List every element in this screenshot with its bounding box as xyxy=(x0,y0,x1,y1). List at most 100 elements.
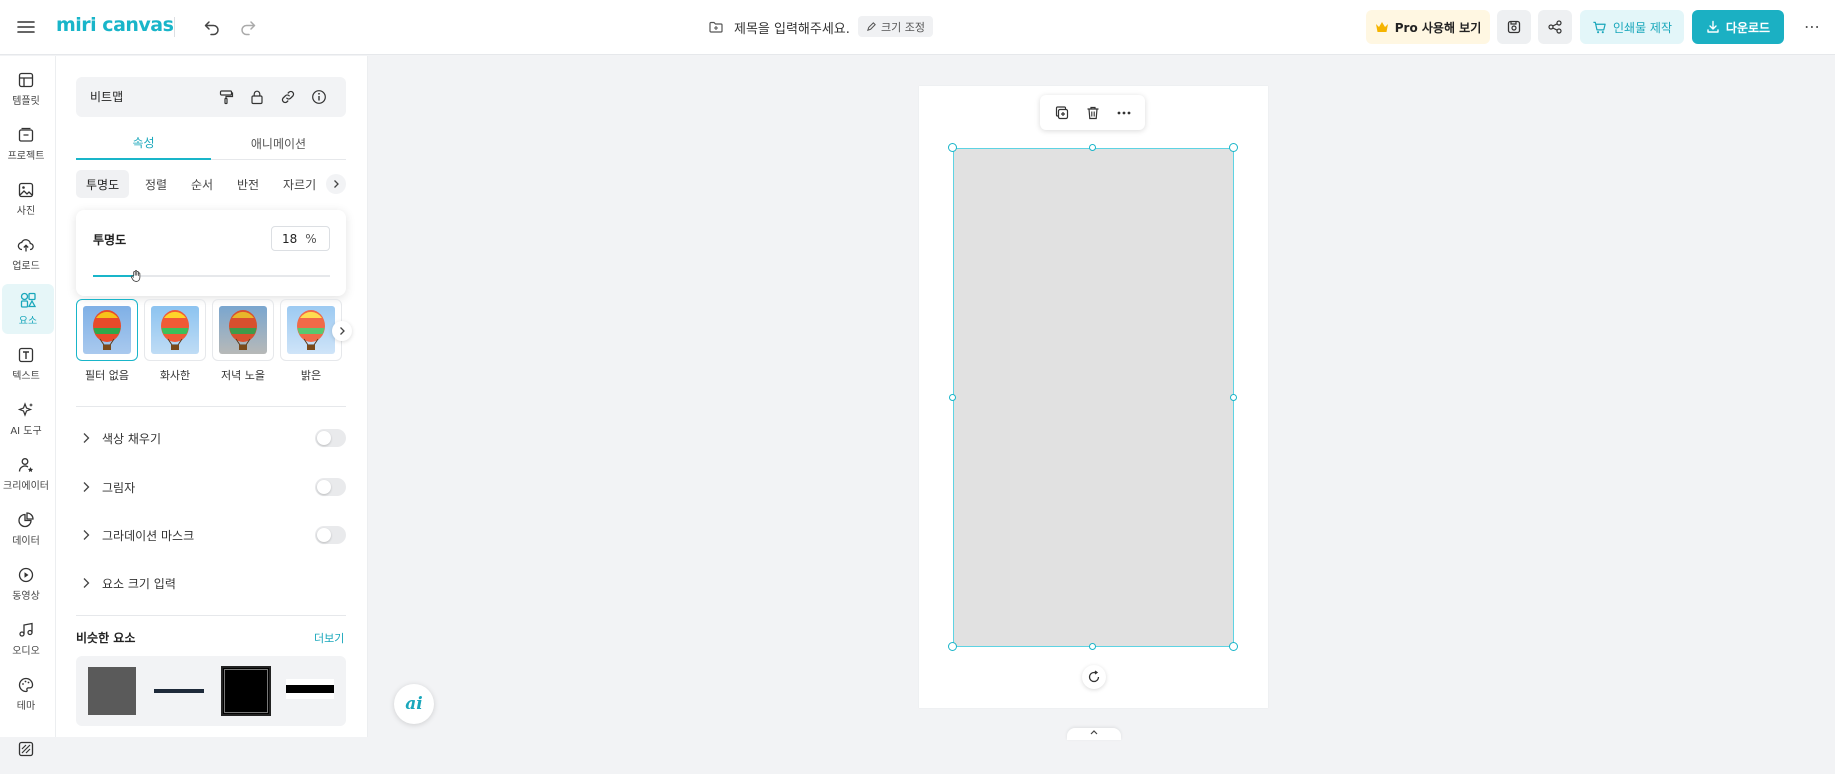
accordion-gradient-mask[interactable]: 그라데이션 마스크 xyxy=(76,521,346,549)
rail-label: 요소 xyxy=(18,316,38,327)
filter-label: 저녁 노을 xyxy=(221,369,265,382)
resize-handle-top-right[interactable] xyxy=(1229,143,1238,152)
document-title-field[interactable]: 제목을 입력해주세요. xyxy=(708,16,850,38)
rail-label: 데이터 xyxy=(12,536,40,547)
crown-icon xyxy=(1375,21,1389,33)
rail-item-project[interactable]: 프로젝트 xyxy=(0,119,52,169)
rail-item-audio[interactable]: 오디오 xyxy=(0,614,52,664)
app-logo[interactable]: miri canvas xyxy=(56,14,174,36)
color-fill-toggle[interactable] xyxy=(315,429,346,447)
document-title-text[interactable]: 제목을 입력해주세요. xyxy=(734,18,850,37)
accordion-element-size[interactable]: 요소 크기 입력 xyxy=(76,569,346,597)
trash-icon[interactable] xyxy=(1082,102,1104,124)
rail-item-theme[interactable]: 테마 xyxy=(0,669,52,719)
subtab-order[interactable]: 순서 xyxy=(181,170,223,198)
upload-icon xyxy=(17,236,35,254)
rail-item-elements[interactable]: 요소 xyxy=(2,284,54,334)
rail-item-more[interactable] xyxy=(0,724,52,774)
left-nav-rail: 템플릿 프로젝트 사진 업로드 요소 텍스트 AI 도구 크리에이터 데이터 동… xyxy=(0,56,56,757)
resize-handle-top[interactable] xyxy=(1089,144,1096,151)
more-horizontal-icon[interactable] xyxy=(1113,102,1135,124)
photo-icon xyxy=(17,181,35,199)
rotate-handle[interactable] xyxy=(1082,665,1106,689)
print-order-button[interactable]: 인쇄물 제작 xyxy=(1580,10,1684,44)
redo-icon[interactable] xyxy=(238,17,258,37)
format-paint-icon[interactable] xyxy=(216,87,236,107)
opacity-unit: % xyxy=(305,231,317,246)
resize-handle-bottom[interactable] xyxy=(1089,643,1096,650)
more-options-icon[interactable]: ⋯ xyxy=(1800,14,1824,38)
tab-animation[interactable]: 애니메이션 xyxy=(211,126,346,160)
filter-bright[interactable]: 밝은 xyxy=(280,299,342,383)
resize-handle-top-left[interactable] xyxy=(948,143,957,152)
shadow-toggle[interactable] xyxy=(315,478,346,496)
page-panel-toggle[interactable] xyxy=(1067,728,1121,740)
resize-button[interactable]: 크기 조정 xyxy=(858,16,933,37)
undo-icon[interactable] xyxy=(202,17,222,37)
similar-element-line[interactable] xyxy=(154,689,204,693)
filter-sunset[interactable]: 저녁 노을 xyxy=(212,299,274,383)
hand-cursor-icon[interactable] xyxy=(129,269,143,283)
rail-item-ai-tools[interactable]: AI 도구 xyxy=(0,394,52,444)
see-more-link[interactable]: 더보기 xyxy=(314,630,344,646)
gradient-mask-toggle[interactable] xyxy=(315,526,346,544)
subtabs-next-button[interactable] xyxy=(326,174,346,194)
filter-presets: 필터 없음 화사한 저녁 노을 밝은 xyxy=(76,299,346,382)
opacity-popover: 투명도 18 % xyxy=(76,210,346,296)
element-header: 비트맵 xyxy=(76,77,346,117)
download-label: 다운로드 xyxy=(1725,20,1771,35)
info-icon[interactable] xyxy=(309,87,329,107)
rail-item-upload[interactable]: 업로드 xyxy=(0,229,52,279)
similar-element-gray-square[interactable] xyxy=(88,667,136,715)
top-header: miri canvas 제목을 입력해주세요. 크기 조정 Pro 사용해 보기 xyxy=(0,0,1835,55)
subtab-crop[interactable]: 자르기 xyxy=(273,170,326,198)
similar-element-bar[interactable] xyxy=(286,679,334,699)
ai-assistant-button[interactable]: ai xyxy=(394,684,434,724)
duplicate-icon[interactable] xyxy=(1051,102,1073,124)
rail-item-video[interactable]: 동영상 xyxy=(0,559,52,609)
resize-handle-right[interactable] xyxy=(1230,394,1237,401)
properties-panel: 비트맵 속성 애니메이션 투명도 정렬 순서 반전 자르기 투명도 18 % 필… xyxy=(56,56,368,737)
opacity-value[interactable]: 18 xyxy=(282,232,297,246)
rail-label: 텍스트 xyxy=(12,371,40,382)
rail-item-template[interactable]: 템플릿 xyxy=(0,64,52,114)
accordion-label: 그라데이션 마스크 xyxy=(102,528,195,543)
filters-next-button[interactable] xyxy=(332,321,352,341)
resize-handle-bottom-left[interactable] xyxy=(948,642,957,651)
opacity-input[interactable]: 18 % xyxy=(271,226,330,251)
resize-handle-left[interactable] xyxy=(949,394,956,401)
lock-icon[interactable] xyxy=(247,87,267,107)
rail-item-data[interactable]: 데이터 xyxy=(0,504,52,554)
rotate-icon xyxy=(1087,670,1101,684)
accordion-color-fill[interactable]: 색상 채우기 xyxy=(76,424,346,452)
rail-item-photo[interactable]: 사진 xyxy=(0,174,52,224)
opacity-slider[interactable] xyxy=(93,269,330,283)
theme-icon xyxy=(17,676,35,694)
filter-bright-vivid[interactable]: 화사한 xyxy=(144,299,206,383)
link-icon[interactable] xyxy=(278,87,298,107)
subtab-align[interactable]: 정렬 xyxy=(135,170,177,198)
rail-label: 오디오 xyxy=(12,646,40,657)
similar-element-black-frame[interactable] xyxy=(221,666,271,716)
balloon-thumbnail xyxy=(83,306,131,354)
subtab-flip[interactable]: 반전 xyxy=(227,170,269,198)
rail-label: 동영상 xyxy=(12,591,40,602)
resize-handle-bottom-right[interactable] xyxy=(1229,642,1238,651)
subtab-opacity[interactable]: 투명도 xyxy=(76,170,130,198)
save-button[interactable] xyxy=(1497,10,1531,44)
tab-properties[interactable]: 속성 xyxy=(76,126,211,160)
rail-label: 크리에이터 xyxy=(3,481,49,492)
accordion-shadow[interactable]: 그림자 xyxy=(76,473,346,501)
pro-trial-button[interactable]: Pro 사용해 보기 xyxy=(1366,10,1490,44)
chevron-right-icon xyxy=(78,527,94,543)
folder-icon[interactable] xyxy=(708,19,724,35)
download-button[interactable]: 다운로드 xyxy=(1692,10,1784,44)
rail-item-text[interactable]: 텍스트 xyxy=(0,339,52,389)
hamburger-menu-icon[interactable] xyxy=(16,17,36,37)
rail-item-creator[interactable]: 크리에이터 xyxy=(0,449,52,499)
filter-none[interactable]: 필터 없음 xyxy=(76,299,138,383)
share-button[interactable] xyxy=(1538,10,1572,44)
selected-bitmap-element[interactable] xyxy=(953,148,1234,647)
toggle-knob xyxy=(317,480,331,494)
pro-label: Pro 사용해 보기 xyxy=(1394,20,1482,35)
